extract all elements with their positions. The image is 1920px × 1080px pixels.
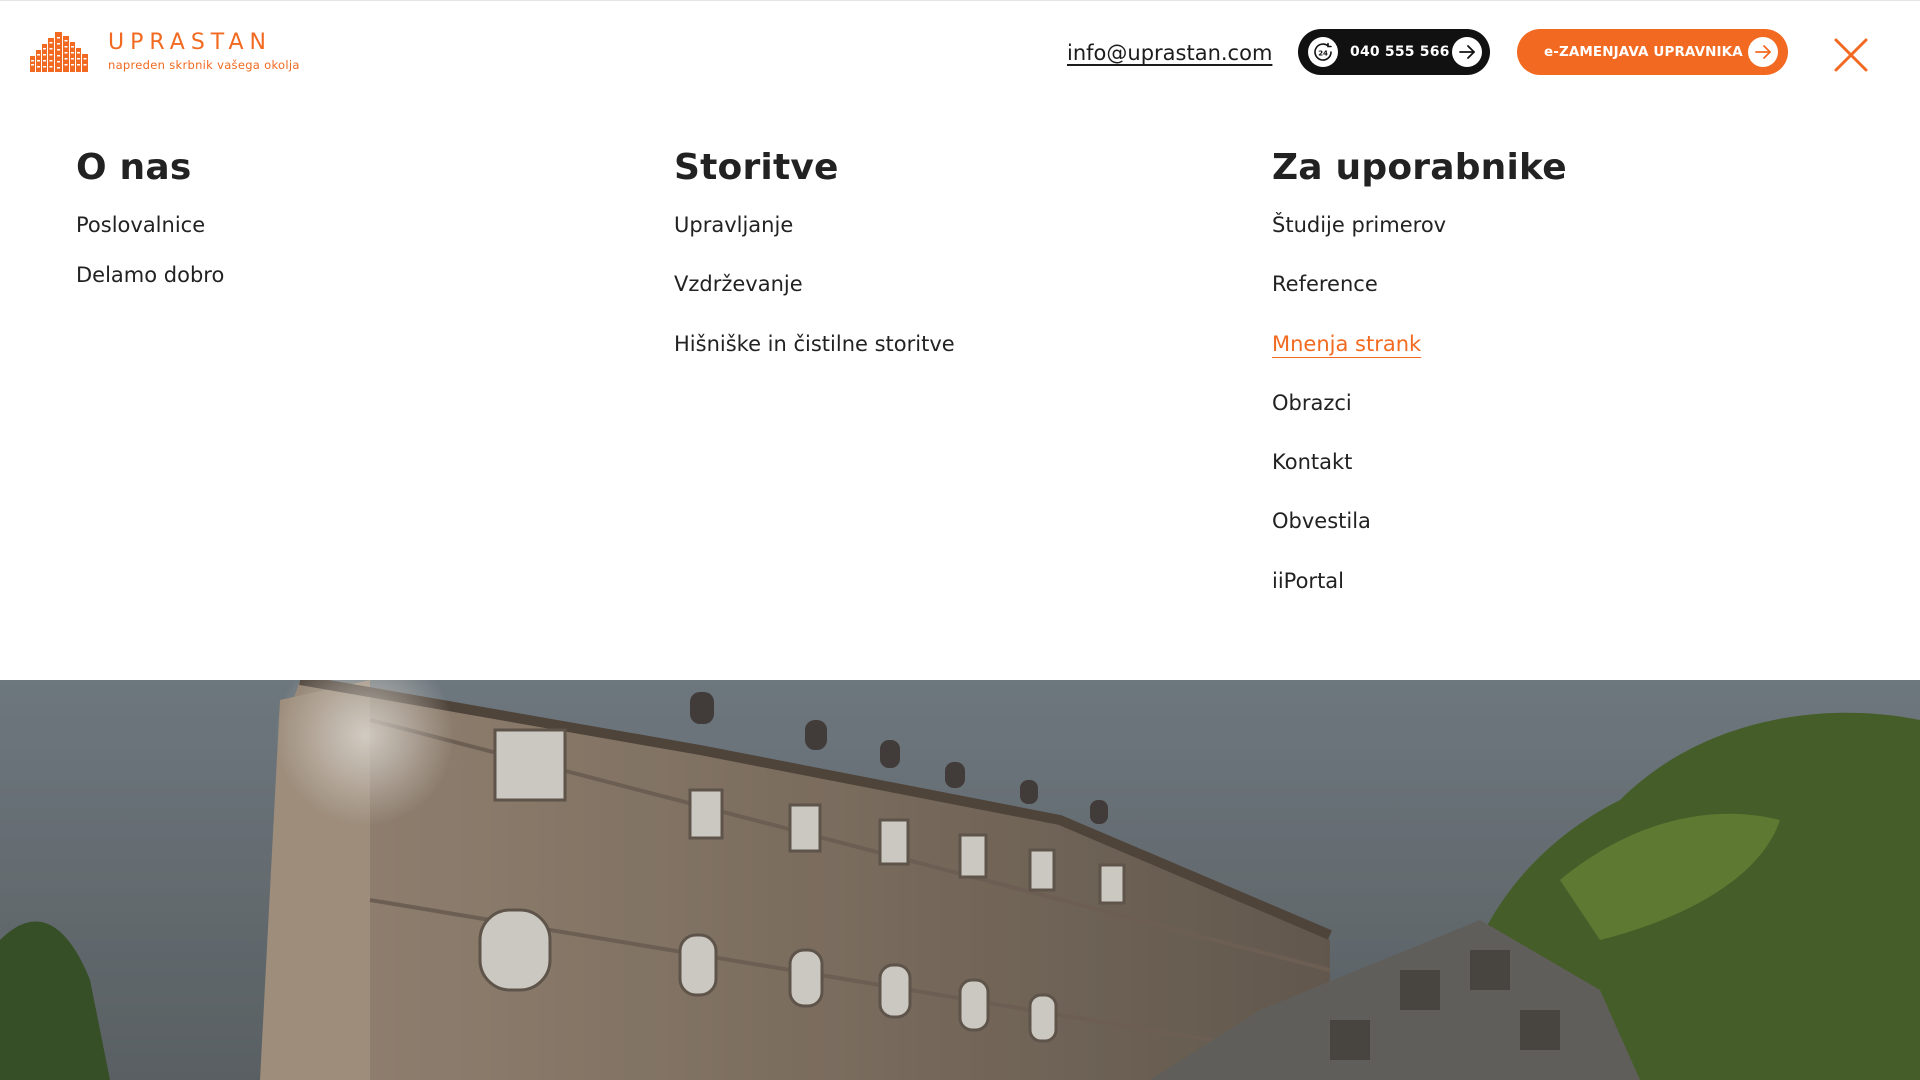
menu-column-za-uporabnike: Za uporabnike Študije primerov Reference… bbox=[1272, 140, 1567, 626]
phone-number: 040 555 566 bbox=[1350, 44, 1450, 60]
logo-buildings-icon bbox=[30, 32, 88, 72]
arrow-right-icon bbox=[1452, 37, 1482, 67]
phone-button[interactable]: 24 040 555 566 bbox=[1298, 29, 1490, 75]
menu-column-o-nas: O nas Poslovalnice Delamo dobro bbox=[76, 140, 224, 311]
logo[interactable]: UPRASTAN napreden skrbnik vašega okolja bbox=[30, 30, 300, 72]
menu-list: Študije primerov Reference Mnenja strank… bbox=[1272, 211, 1567, 626]
hero-image bbox=[0, 680, 1920, 1080]
menu-list: Poslovalnice Delamo dobro bbox=[76, 211, 224, 311]
menu-item-kontakt[interactable]: Kontakt bbox=[1272, 448, 1352, 476]
menu-item-iiportal[interactable]: iiPortal bbox=[1272, 567, 1344, 595]
menu-item-mnenja-strank[interactable]: Mnenja strank bbox=[1272, 330, 1421, 358]
historic-building-photo bbox=[0, 680, 1920, 1080]
menu-item-poslovalnice[interactable]: Poslovalnice bbox=[76, 211, 205, 239]
e-zamenjava-upravnika-button[interactable]: e-ZAMENJAVA UPRAVNIKA bbox=[1517, 29, 1788, 75]
menu-column-title: Storitve bbox=[674, 147, 839, 188]
email-link[interactable]: info@uprastan.com bbox=[1067, 39, 1272, 67]
menu-item-vzdrzevanje[interactable]: Vzdrževanje bbox=[674, 270, 803, 298]
24-hour-phone-icon: 24 bbox=[1308, 37, 1338, 67]
menu-column-title: Za uporabnike bbox=[1272, 147, 1567, 188]
menu-item-upravljanje[interactable]: Upravljanje bbox=[674, 211, 793, 239]
svg-text:24: 24 bbox=[1318, 50, 1328, 58]
close-icon bbox=[1834, 38, 1868, 72]
logo-tagline: napreden skrbnik vašega okolja bbox=[108, 57, 300, 72]
menu-item-obrazci[interactable]: Obrazci bbox=[1272, 389, 1352, 417]
menu-column-storitve: Storitve Upravljanje Vzdrževanje Hišnišk… bbox=[674, 140, 955, 389]
menu-item-obvestila[interactable]: Obvestila bbox=[1272, 507, 1371, 535]
menu-item-studije-primerov[interactable]: Študije primerov bbox=[1272, 211, 1446, 239]
logo-name: UPRASTAN bbox=[108, 29, 273, 55]
logo-text: UPRASTAN napreden skrbnik vašega okolja bbox=[108, 29, 300, 72]
menu-item-delamo-dobro[interactable]: Delamo dobro bbox=[76, 261, 224, 289]
menu-item-hisniske-storitve[interactable]: Hišniške in čistilne storitve bbox=[674, 330, 955, 358]
top-border bbox=[0, 0, 1920, 1]
close-menu-button[interactable] bbox=[1830, 34, 1872, 76]
cta-label: e-ZAMENJAVA UPRAVNIKA bbox=[1544, 44, 1743, 60]
menu-column-title: O nas bbox=[76, 147, 192, 188]
menu-list: Upravljanje Vzdrževanje Hišniške in čist… bbox=[674, 211, 955, 389]
menu-item-reference[interactable]: Reference bbox=[1272, 270, 1378, 298]
arrow-right-icon bbox=[1748, 37, 1778, 67]
